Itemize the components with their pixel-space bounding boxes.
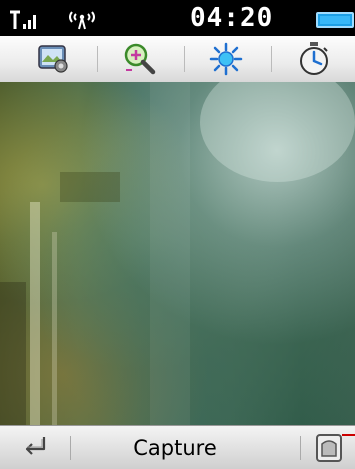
zoom-icon <box>120 43 160 82</box>
camera-toolbar <box>0 36 355 83</box>
camera-settings-icon <box>34 45 74 82</box>
battery-icon <box>316 12 355 28</box>
toolbar-divider <box>184 46 185 72</box>
zoom-button[interactable] <box>120 40 160 78</box>
brightness-button[interactable] <box>206 40 246 78</box>
camera-viewfinder[interactable] <box>0 82 355 425</box>
back-arrow-icon <box>16 437 56 466</box>
action-divider <box>70 436 71 460</box>
antenna-icon <box>67 10 97 30</box>
clock: 04:20 <box>190 3 274 33</box>
red-indicator <box>342 434 355 436</box>
toolbar-divider <box>271 46 272 72</box>
back-button[interactable] <box>16 434 56 462</box>
brightness-icon <box>206 42 246 82</box>
status-bar: 04:20 <box>0 0 355 36</box>
toolbar-divider <box>97 46 98 72</box>
gallery-icon <box>313 434 345 468</box>
capture-button[interactable]: Capture <box>110 432 240 464</box>
signal-strength-icon <box>9 10 39 30</box>
camera-settings-button[interactable] <box>34 40 74 78</box>
timer-button[interactable] <box>294 40 334 78</box>
timer-icon <box>294 42 334 82</box>
action-divider <box>300 436 301 460</box>
camera-action-bar: Capture <box>0 425 355 469</box>
gallery-button[interactable] <box>313 432 345 464</box>
